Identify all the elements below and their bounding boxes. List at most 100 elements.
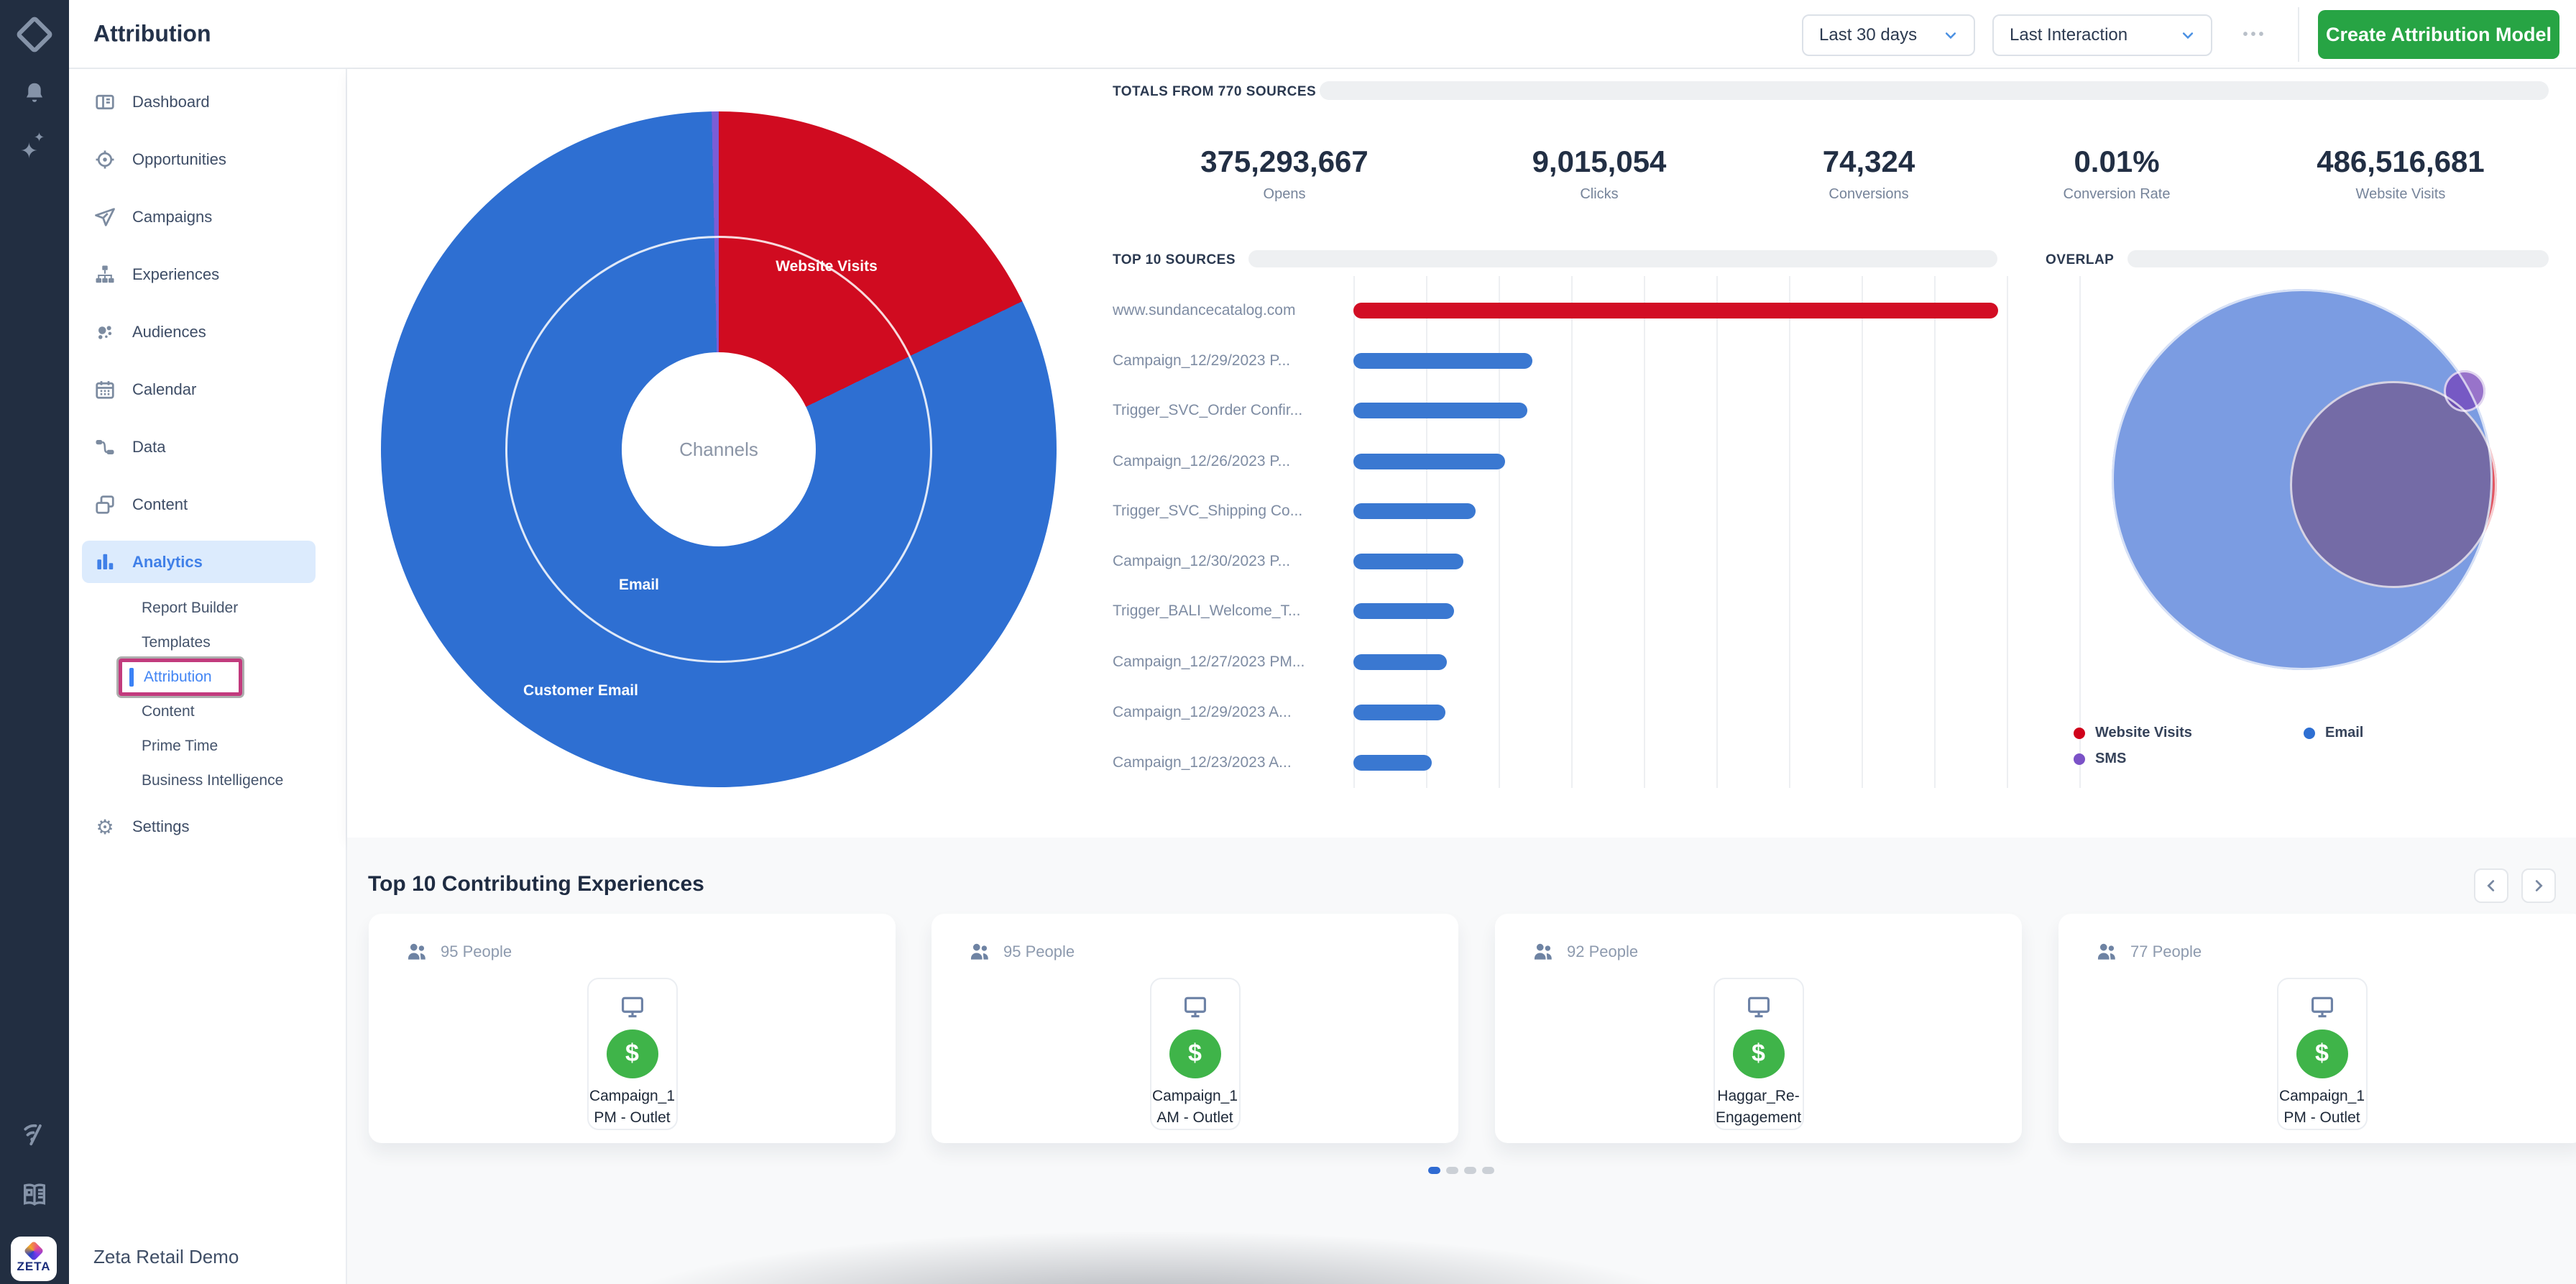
source-link[interactable]: Campaign_12/26/2023 P... xyxy=(1113,453,1344,470)
source-row: Campaign_12/29/2023 P... xyxy=(1113,352,1998,370)
source-link[interactable]: Campaign_12/29/2023 A... xyxy=(1113,704,1344,721)
sidebar-item-label: Content xyxy=(132,495,188,514)
date-range-value: Last 30 days xyxy=(1819,25,1917,45)
sidebar-item-campaigns[interactable]: Campaigns xyxy=(69,188,346,246)
sidebar-item-label: Data xyxy=(132,438,165,457)
source-row: Campaign_12/23/2023 A... xyxy=(1113,754,1998,771)
stat-conversion-rate: 0.01%Conversion Rate xyxy=(2064,145,2171,203)
stat-clicks: 9,015,054Clicks xyxy=(1532,145,1667,203)
segment-label-customer-email: Customer Email xyxy=(523,682,638,700)
page-dot[interactable] xyxy=(1464,1167,1476,1174)
knowledge-book-icon[interactable] xyxy=(0,1180,69,1209)
target-icon xyxy=(93,148,116,171)
sidebar-subitem-prime-time[interactable]: Prime Time xyxy=(69,729,346,763)
signal-icon[interactable] xyxy=(0,1120,69,1147)
monitor-icon xyxy=(618,994,647,1021)
people-icon xyxy=(1531,940,1555,964)
page-dot[interactable] xyxy=(1482,1167,1494,1174)
sidebar-subitem-templates[interactable]: Templates xyxy=(69,625,346,660)
sidebar-item-experiences[interactable]: Experiences xyxy=(69,246,346,303)
page-dot[interactable] xyxy=(1446,1167,1458,1174)
source-row: Trigger_BALI_Welcome_T... xyxy=(1113,602,1998,620)
carousel-prev-button[interactable] xyxy=(2474,868,2508,903)
venn-outline xyxy=(2444,370,2485,412)
top-sources-header: TOP 10 SOURCES xyxy=(1113,252,1236,268)
source-bar xyxy=(1353,603,1454,619)
revenue-dollar-icon: $ xyxy=(607,1030,658,1078)
revenue-dollar-icon: $ xyxy=(1733,1030,1785,1078)
sidebar-item-label: Experiences xyxy=(132,265,219,284)
people-count: 77 People xyxy=(2130,943,2202,961)
sidebar-subitem-label: Attribution xyxy=(144,669,212,686)
top-sources-header-strip xyxy=(1248,250,1997,267)
source-link[interactable]: Trigger_BALI_Welcome_T... xyxy=(1113,602,1344,620)
source-row: Trigger_SVC_Order Confir... xyxy=(1113,402,1998,419)
carousel-next-button[interactable] xyxy=(2521,868,2556,903)
attribution-model-dropdown[interactable]: Last Interaction xyxy=(1992,14,2212,56)
sidebar-subitem-attribution-highlighted[interactable]: Attribution xyxy=(119,659,242,696)
source-link[interactable]: Campaign_12/29/2023 P... xyxy=(1113,352,1344,370)
zeta-logo-icon[interactable] xyxy=(0,21,69,48)
people-count: 95 People xyxy=(441,943,512,961)
more-options-button[interactable]: ••• xyxy=(2230,20,2280,49)
stat-conversions: 74,324Conversions xyxy=(1823,145,1915,203)
gear-icon: ⚙ xyxy=(93,815,116,838)
zeta-workspace-logo[interactable]: ZETA xyxy=(11,1237,57,1281)
source-link[interactable]: www.sundancecatalog.com xyxy=(1113,302,1344,319)
sidebar-subitem-content[interactable]: Content xyxy=(69,694,346,729)
sidebar-item-content[interactable]: Content xyxy=(69,476,346,533)
source-row: Campaign_12/30/2023 P... xyxy=(1113,553,1998,570)
experience-node[interactable]: $ Campaign_1AM - Outlet xyxy=(1150,978,1241,1130)
experience-node[interactable]: $ Campaign_1PM - Outlet xyxy=(2277,978,2368,1130)
sidebar-nav: Dashboard Opportunities Campaigns Experi… xyxy=(69,69,347,1284)
toolbar-divider xyxy=(2298,7,2299,62)
source-link[interactable]: Campaign_12/27/2023 PM... xyxy=(1113,654,1344,671)
source-bar xyxy=(1353,705,1445,720)
source-bar xyxy=(1353,454,1505,469)
channels-sunburst-chart[interactable]: Channels Website Visits Email Customer E… xyxy=(381,111,1057,787)
sidebar-item-opportunities[interactable]: Opportunities xyxy=(69,131,346,188)
sidebar-subitem-business-intelligence[interactable]: Business Intelligence xyxy=(69,763,346,798)
notifications-bell-icon[interactable] xyxy=(0,80,69,107)
source-bar xyxy=(1353,353,1532,369)
experience-card[interactable]: 77 People $ Campaign_1PM - Outlet xyxy=(2058,914,2576,1143)
attribution-model-value: Last Interaction xyxy=(2010,25,2128,45)
experience-node[interactable]: $ Campaign_1PM - Outlet xyxy=(587,978,678,1130)
send-icon xyxy=(93,206,116,229)
sidebar-subitem-report-builder[interactable]: Report Builder xyxy=(69,591,346,625)
experience-card[interactable]: 95 People $ Campaign_1AM - Outlet xyxy=(932,914,1458,1143)
content-pages-icon xyxy=(93,493,116,516)
date-range-dropdown[interactable]: Last 30 days xyxy=(1802,14,1975,56)
sidebar-item-analytics-active[interactable]: Analytics xyxy=(82,541,316,583)
experience-card[interactable]: 92 People $ Haggar_Re-Engagement xyxy=(1495,914,2022,1143)
sidebar-item-label: Dashboard xyxy=(132,93,210,111)
sidebar-item-audiences[interactable]: Audiences xyxy=(69,303,346,361)
sidebar-item-label: Campaigns xyxy=(132,208,212,226)
source-link[interactable]: Trigger_SVC_Order Confir... xyxy=(1113,402,1344,419)
legend-dot xyxy=(2074,753,2085,765)
monitor-icon xyxy=(1181,994,1210,1021)
source-bar xyxy=(1353,303,1998,318)
overlap-venn-chart[interactable] xyxy=(2112,289,2576,792)
section-title: Top 10 Contributing Experiences xyxy=(368,872,704,896)
source-link[interactable]: Campaign_12/30/2023 P... xyxy=(1113,553,1344,570)
workspace-name: Zeta Retail Demo xyxy=(93,1246,239,1268)
sidebar-item-calendar[interactable]: Calendar xyxy=(69,361,346,418)
legend-item-email: Email xyxy=(2304,725,2363,741)
source-row: Campaign_12/29/2023 A... xyxy=(1113,704,1998,721)
sidebar-item-dashboard[interactable]: Dashboard xyxy=(69,73,346,131)
legend-dot xyxy=(2304,728,2315,739)
zeta-diamond-icon xyxy=(24,1241,44,1261)
page-dot[interactable] xyxy=(1428,1167,1440,1174)
source-link[interactable]: Campaign_12/23/2023 A... xyxy=(1113,754,1344,771)
experience-node[interactable]: $ Haggar_Re-Engagement xyxy=(1714,978,1804,1130)
revenue-dollar-icon: $ xyxy=(1169,1030,1221,1078)
source-link[interactable]: Trigger_SVC_Shipping Co... xyxy=(1113,503,1344,520)
overlap-header-strip xyxy=(2128,250,2549,267)
sidebar-item-settings[interactable]: ⚙ Settings xyxy=(69,798,346,856)
ai-sparkles-icon[interactable]: ✦✦ xyxy=(0,141,69,162)
create-attribution-model-button[interactable]: Create Attribution Model xyxy=(2318,10,2559,59)
app-rail: ✦✦ ZETA xyxy=(0,0,69,1284)
sidebar-item-data[interactable]: Data xyxy=(69,418,346,476)
experience-card[interactable]: 95 People $ Campaign_1PM - Outlet xyxy=(369,914,896,1143)
